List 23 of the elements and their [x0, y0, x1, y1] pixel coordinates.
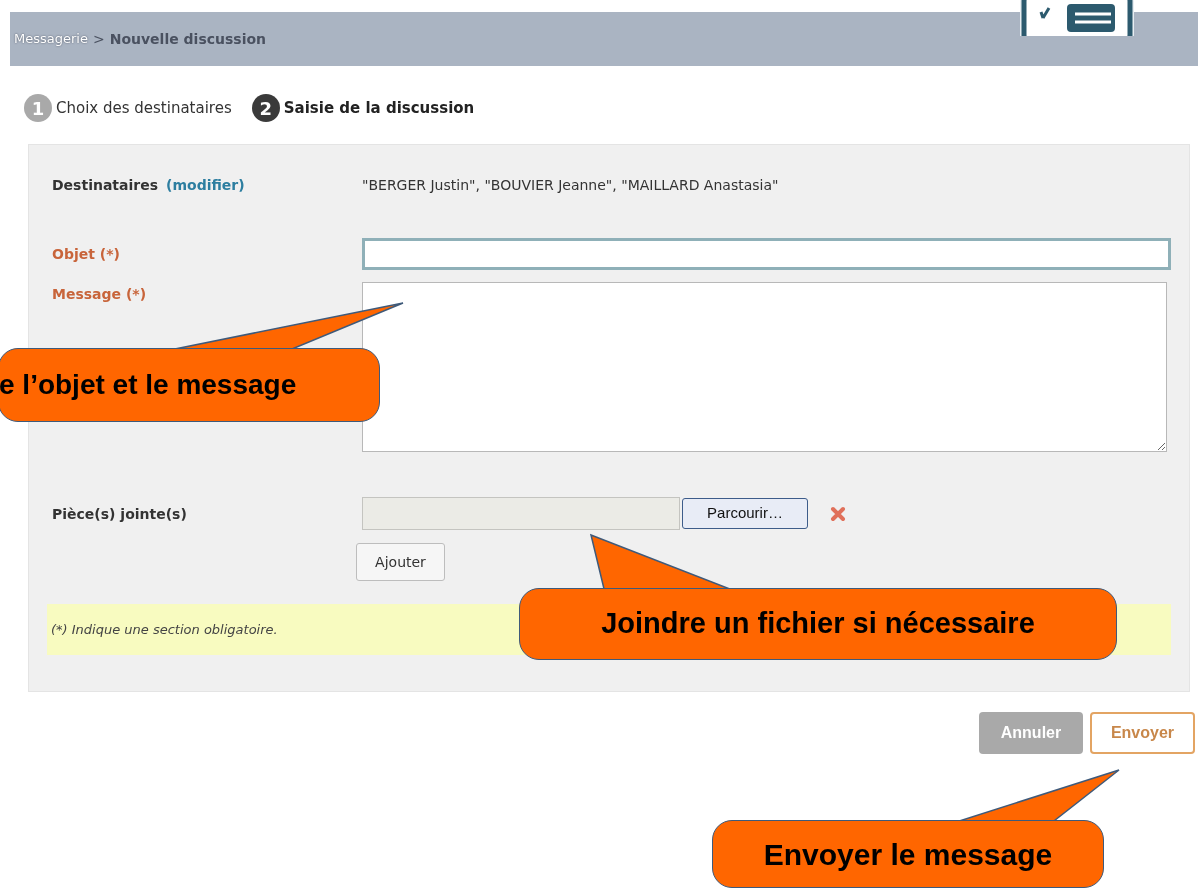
file-path-field[interactable] — [362, 497, 680, 530]
step-label: Saisie de la discussion — [283, 97, 475, 119]
step-number: 1 — [24, 94, 52, 122]
recipients-value: "BERGER Justin", "BOUVIER Jeanne", "MAILLARD Anastasia" — [362, 175, 779, 195]
browse-button[interactable]: Parcourir… — [682, 498, 808, 529]
breadcrumb-current: Nouvelle discussion — [109, 29, 267, 49]
step-number: 2 — [251, 94, 280, 122]
recipients-label: Destinataires — [52, 175, 159, 195]
step-label: Choix des destinataires — [56, 97, 232, 119]
breadcrumb-link[interactable]: Messagerie — [14, 29, 88, 49]
message-label: Message (*) — [52, 286, 147, 302]
add-button[interactable]: Ajouter — [356, 543, 445, 581]
modify-link[interactable]: (modifier) — [166, 174, 245, 196]
subject-label: Objet (*) — [52, 244, 120, 264]
attachment-label: Pièce(s) jointe(s) — [52, 505, 187, 522]
message-field[interactable] — [362, 282, 1167, 452]
cancel-button[interactable]: Annuler — [979, 712, 1083, 754]
remove-icon[interactable] — [830, 505, 846, 522]
send-button[interactable]: Envoyer — [1090, 712, 1195, 754]
required-note: (*) Indique une section obligatoire. — [51, 620, 278, 639]
subject-field[interactable] — [361, 238, 1171, 270]
breadcrumb-separator: > — [92, 29, 105, 49]
document-icon[interactable] — [1019, 0, 1135, 36]
